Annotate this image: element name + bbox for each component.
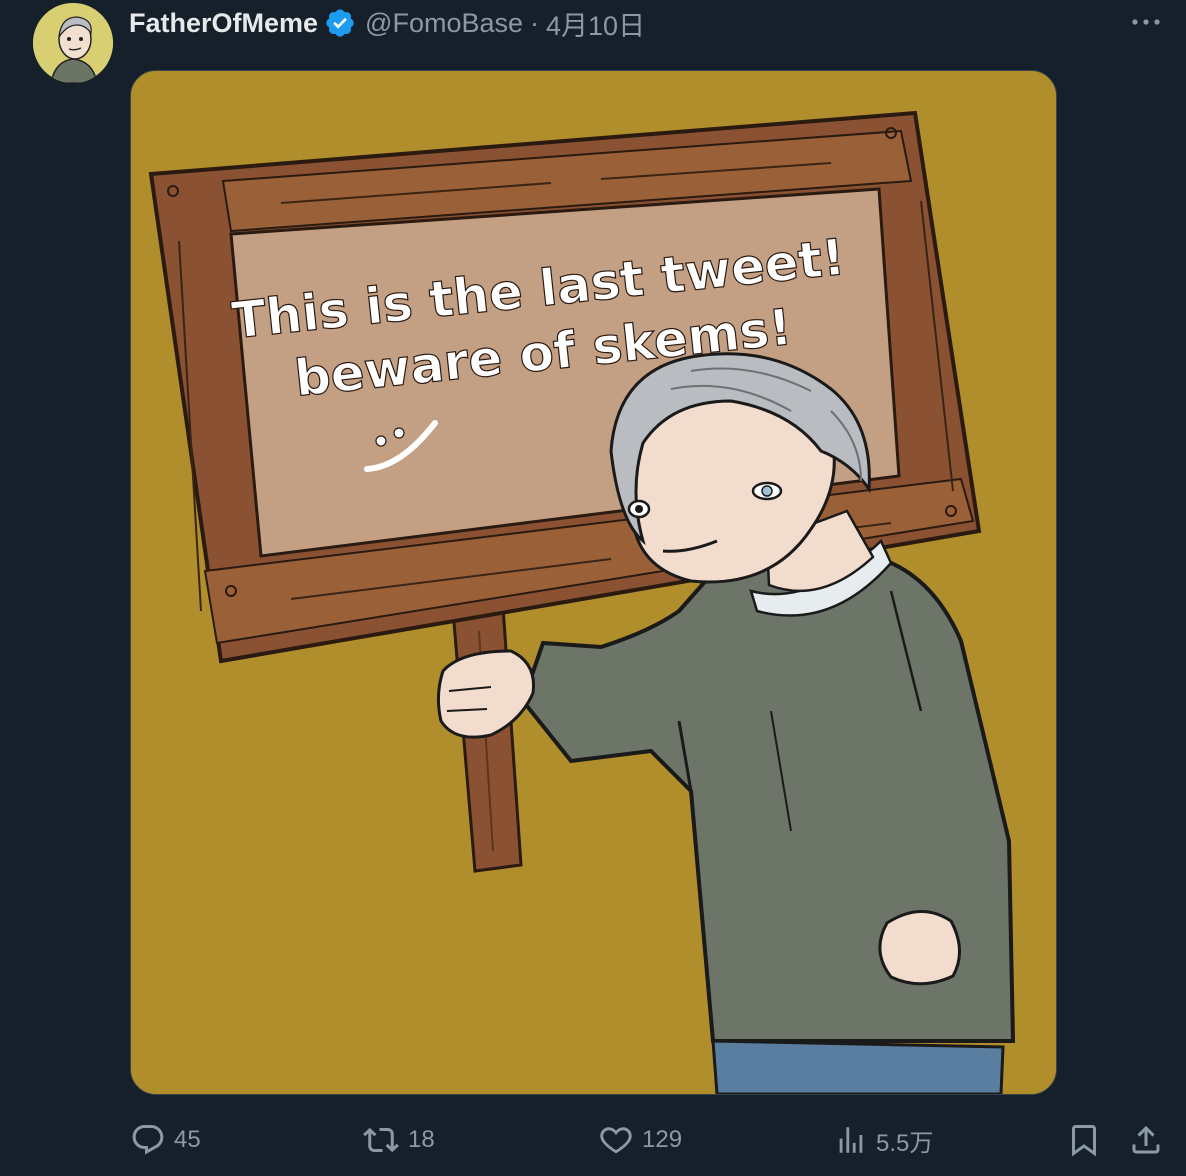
meme-illustration: This is the last tweet! beware of skems! [131, 71, 1056, 1094]
tweet-header: FatherOfMeme @FomoBase · 4月10日 [129, 5, 645, 41]
repost-icon [363, 1127, 399, 1153]
more-options-button[interactable] [1128, 6, 1164, 38]
views-button[interactable]: 5.5万 [834, 1112, 933, 1168]
tweet-action-bar: 45 18 129 5.5万 [0, 1112, 1186, 1168]
author-display-name[interactable]: FatherOfMeme [129, 8, 318, 39]
share-icon [1132, 1125, 1160, 1154]
views-count: 5.5万 [876, 1129, 934, 1157]
avatar[interactable] [33, 3, 113, 83]
author-handle[interactable]: @FomoBase [365, 8, 523, 39]
tweet-media-image[interactable]: This is the last tweet! beware of skems! [130, 70, 1057, 1095]
separator-dot: · [530, 7, 540, 38]
share-button[interactable] [1128, 1112, 1164, 1168]
bookmark-icon [1072, 1125, 1096, 1157]
more-dots-icon [1132, 19, 1160, 25]
reply-button[interactable]: 45 [130, 1112, 201, 1168]
like-count: 129 [642, 1126, 683, 1153]
tweet-date[interactable]: 4月10日 [546, 4, 645, 43]
like-button[interactable]: 129 [598, 1112, 682, 1168]
repost-count: 18 [408, 1126, 435, 1153]
repost-button[interactable]: 18 [362, 1112, 435, 1168]
verified-badge-icon[interactable] [324, 7, 356, 39]
tweet: FatherOfMeme @FomoBase · 4月10日 This is t… [0, 0, 1186, 1176]
views-chart-icon [839, 1127, 863, 1153]
cartoon-old-man-avatar-icon [33, 3, 113, 83]
reply-icon [132, 1125, 164, 1155]
heart-icon [600, 1127, 632, 1154]
bookmark-button[interactable] [1066, 1112, 1102, 1168]
reply-count: 45 [174, 1126, 201, 1153]
